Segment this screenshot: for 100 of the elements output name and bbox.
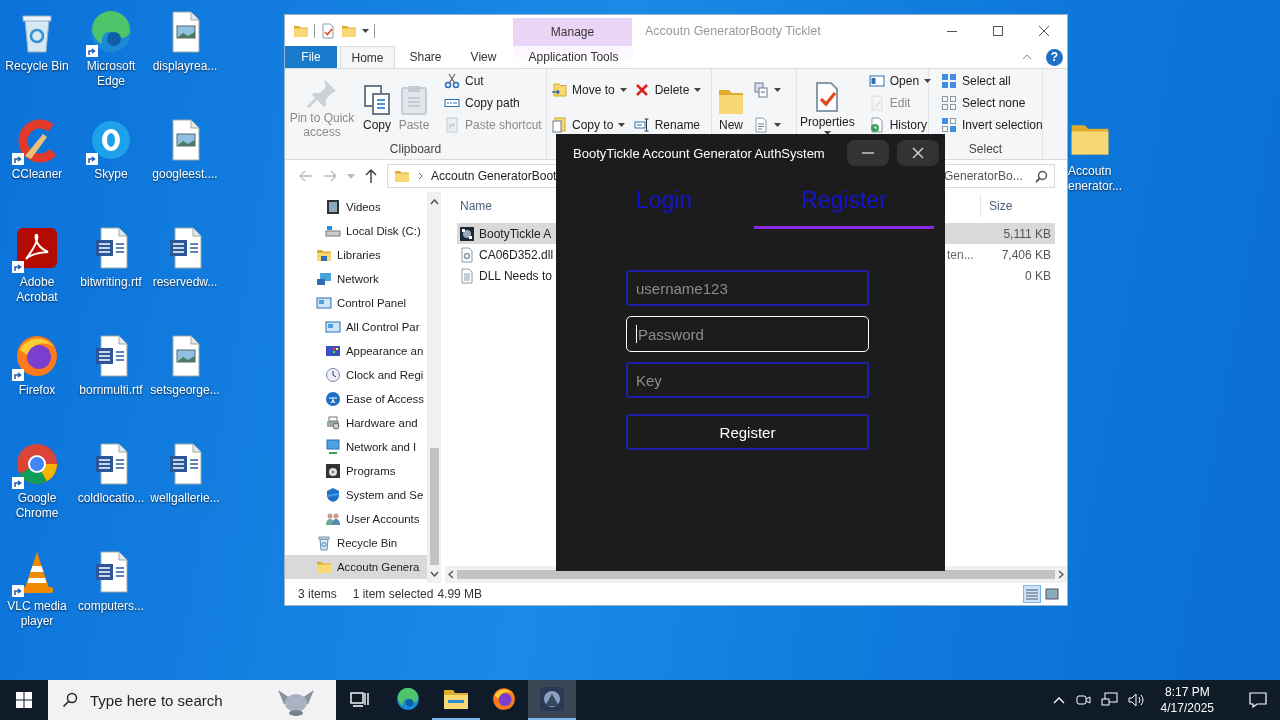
ribbon-button[interactable]	[751, 81, 783, 98]
nav-item[interactable]: Videos	[285, 195, 427, 219]
ribbon-button[interactable]: History	[866, 114, 930, 136]
nav-item[interactable]: User Accounts	[285, 507, 427, 531]
icon-label[interactable]: reservedw...	[152, 275, 218, 290]
icon-label[interactable]: Skype	[94, 167, 128, 182]
windows-logo-icon[interactable]	[16, 692, 32, 708]
shield-icon	[325, 487, 341, 503]
icon-label[interactable]: Accoutn enerator...	[1068, 164, 1122, 194]
ribbon-button[interactable]: Cut	[442, 70, 486, 92]
ribbon-button[interactable]: Copy path	[442, 92, 522, 114]
icon-label[interactable]: coldlocatio...	[77, 491, 145, 506]
register-button[interactable]: Register	[626, 414, 869, 450]
scroll-up-icon[interactable]	[429, 199, 439, 205]
ribbon-button[interactable]: Copy to	[549, 116, 628, 133]
nav-item[interactable]: Recycle Bin	[285, 531, 427, 555]
search-field[interactable]: Type here to search	[48, 680, 336, 720]
caret-icon[interactable]	[774, 122, 781, 127]
scrollbar-thumb[interactable]	[429, 448, 439, 565]
ribbon-tab[interactable]: Home	[340, 46, 395, 68]
scroll-down-icon[interactable]	[429, 571, 439, 577]
volume-icon[interactable]	[1127, 692, 1145, 708]
up-icon[interactable]	[365, 169, 377, 183]
ribbon-tab[interactable]: File	[285, 46, 337, 68]
icon-label[interactable]: Recycle Bin	[5, 59, 69, 74]
nav-item[interactable]: Control Panel	[285, 291, 427, 315]
ribbon-button[interactable]: New	[714, 81, 748, 133]
ribbon-button[interactable]: Move to	[549, 81, 629, 98]
ribbon-tab[interactable]: Share	[398, 46, 453, 68]
caret-icon[interactable]	[362, 28, 369, 33]
ribbon-button[interactable]: Open	[866, 70, 934, 92]
ribbon-button[interactable]: Select all	[939, 70, 1013, 92]
network-icon[interactable]	[1100, 692, 1118, 708]
task-view-icon[interactable]	[350, 690, 370, 708]
taskbar-button[interactable]	[528, 680, 576, 720]
close-icon[interactable]	[1039, 25, 1049, 36]
caret-icon[interactable]	[774, 87, 781, 92]
nav-item[interactable]: Clock and Regi	[285, 363, 427, 387]
minimize-button[interactable]	[847, 140, 889, 166]
nav-item[interactable]: Libraries	[285, 243, 427, 267]
icon-label[interactable]: setsgeorge...	[150, 383, 220, 398]
nav-item[interactable]: Local Disk (C:)	[285, 219, 427, 243]
status-text: 4.99 MB	[437, 587, 483, 601]
notification-icon[interactable]	[1249, 692, 1267, 708]
ribbon-button[interactable]: Properties	[799, 78, 856, 136]
ribbon-button[interactable]: Delete	[631, 81, 704, 98]
icon-label[interactable]: CCleaner	[11, 167, 63, 182]
close-button[interactable]	[897, 140, 939, 166]
help-button[interactable]: ?	[1046, 48, 1063, 66]
view-button[interactable]	[1043, 585, 1061, 603]
invert-selection-icon	[941, 117, 957, 133]
scrollbar-thumb[interactable]	[457, 570, 1055, 579]
ribbon-button[interactable]: Invert selection	[939, 114, 1045, 136]
camera-icon[interactable]	[1074, 692, 1091, 708]
input-field[interactable]: username123	[626, 270, 869, 306]
ribbon-button[interactable]: Copy	[360, 81, 394, 133]
icon-label[interactable]: googleest....	[152, 167, 218, 182]
scroll-right-icon[interactable]	[1058, 570, 1064, 579]
nav-item[interactable]: Network	[285, 267, 427, 291]
input-field[interactable]: Password	[626, 316, 869, 352]
folder-icon[interactable]	[443, 688, 469, 710]
icon-label[interactable]: Adobe Acrobat	[0, 275, 74, 305]
icon-label[interactable]: bitwriting.rtf	[80, 275, 142, 290]
scroll-left-icon[interactable]	[448, 570, 454, 579]
clock-date[interactable]: 4/17/2025	[1160, 700, 1214, 716]
swirl-icon[interactable]	[395, 686, 421, 712]
ribbon-tab[interactable]: View	[456, 46, 511, 68]
icon-label[interactable]: bornmulti.rtf	[79, 383, 143, 398]
chevron-up-icon[interactable]	[1052, 696, 1065, 704]
browser-icon[interactable]	[491, 686, 517, 712]
icon-label[interactable]: displayrea...	[152, 59, 218, 74]
caret-icon[interactable]	[924, 79, 932, 83]
nav-item[interactable]: All Control Par	[285, 315, 427, 339]
column-header[interactable]: Size	[981, 198, 1055, 213]
nav-item[interactable]: Appearance an	[285, 339, 427, 363]
maximize-icon[interactable]	[993, 25, 1003, 36]
nav-item[interactable]: Hardware and	[285, 411, 427, 435]
nav-item[interactable]: Accoutn Genera	[285, 555, 427, 579]
icon-label[interactable]: Microsoft Edge	[74, 59, 148, 89]
file-row[interactable]: CA06D352.dll ten... 7,406 KB	[457, 244, 1055, 265]
ribbon-button[interactable]: Rename	[631, 116, 703, 133]
ribbon-button[interactable]: Select none	[939, 92, 1028, 114]
icon-label[interactable]: VLC media player	[0, 599, 74, 629]
icon-label[interactable]: computers...	[78, 599, 144, 614]
input-field[interactable]: Key	[626, 362, 869, 398]
collapse-icon[interactable]	[1022, 54, 1032, 60]
icon-label[interactable]: Firefox	[18, 383, 56, 398]
nav-item[interactable]: Ease of Access	[285, 387, 427, 411]
icon-label[interactable]: wellgallerie...	[150, 491, 220, 506]
nav-item[interactable]: Network and I	[285, 435, 427, 459]
caret-icon[interactable]	[618, 122, 626, 127]
properties-icon[interactable]	[320, 22, 336, 39]
icon-label[interactable]: Google Chrome	[0, 491, 74, 521]
nav-item[interactable]: System and Se	[285, 483, 427, 507]
network-icon	[316, 271, 332, 287]
caret-icon[interactable]	[694, 87, 702, 92]
app-icon[interactable]	[539, 686, 565, 712]
caret-icon[interactable]	[619, 87, 627, 92]
nav-item[interactable]: Programs	[285, 459, 427, 483]
clock-time[interactable]: 8:17 PM	[1164, 684, 1210, 700]
